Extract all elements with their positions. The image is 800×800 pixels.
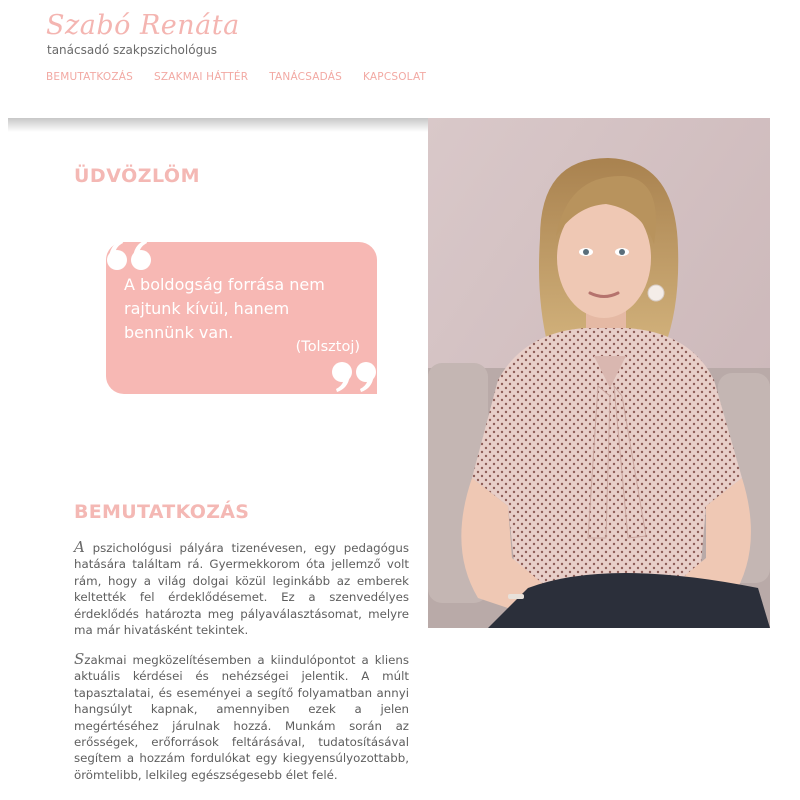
portrait-photo bbox=[428, 118, 770, 628]
nav-link-szakmai-hatter[interactable]: SZAKMAI HÁTTÉR bbox=[154, 71, 248, 83]
main-nav: BEMUTATKOZÁS SZAKMAI HÁTTÉR TANÁCSADÁS K… bbox=[46, 71, 426, 83]
quote-box: A boldogság forrása nem rajtunk kívül, h… bbox=[106, 240, 377, 394]
intro-paragraph-2-text: zakmai megközelítésemben a kiindulóponto… bbox=[74, 653, 409, 782]
quote-author: (Tolsztoj) bbox=[295, 339, 360, 355]
close-quote-icon bbox=[332, 362, 376, 392]
brand-logo-name[interactable]: Szabó Renáta bbox=[46, 10, 240, 41]
dropcap-s: S bbox=[74, 650, 85, 668]
portrait-illustration bbox=[428, 118, 770, 628]
intro-paragraph-1-text: pszichológusi pályára tizenévesen, egy p… bbox=[74, 541, 409, 638]
open-quote-icon bbox=[107, 240, 151, 270]
site-header: Szabó Renáta tanácsadó szakpszichológus … bbox=[0, 0, 800, 118]
quote-text: A boldogság forrása nem rajtunk kívül, h… bbox=[124, 275, 325, 342]
intro-paragraph-2: Szakmai megközelítésemben a kiindulópont… bbox=[74, 651, 409, 783]
welcome-heading: ÜDVÖZLÖM bbox=[74, 165, 200, 187]
nav-link-kapcsolat[interactable]: KAPCSOLAT bbox=[363, 71, 426, 83]
brand-tagline: tanácsadó szakpszichológus bbox=[47, 43, 218, 57]
intro-heading: BEMUTATKOZÁS bbox=[74, 501, 250, 523]
nav-link-tanacsadas[interactable]: TANÁCSADÁS bbox=[269, 71, 342, 83]
dropcap-a: A bbox=[74, 538, 85, 556]
nav-link-bemutatkozas[interactable]: BEMUTATKOZÁS bbox=[46, 71, 133, 83]
header-shadow bbox=[8, 118, 428, 132]
intro-paragraph-1: A pszichológusi pályára tizenévesen, egy… bbox=[74, 539, 409, 638]
